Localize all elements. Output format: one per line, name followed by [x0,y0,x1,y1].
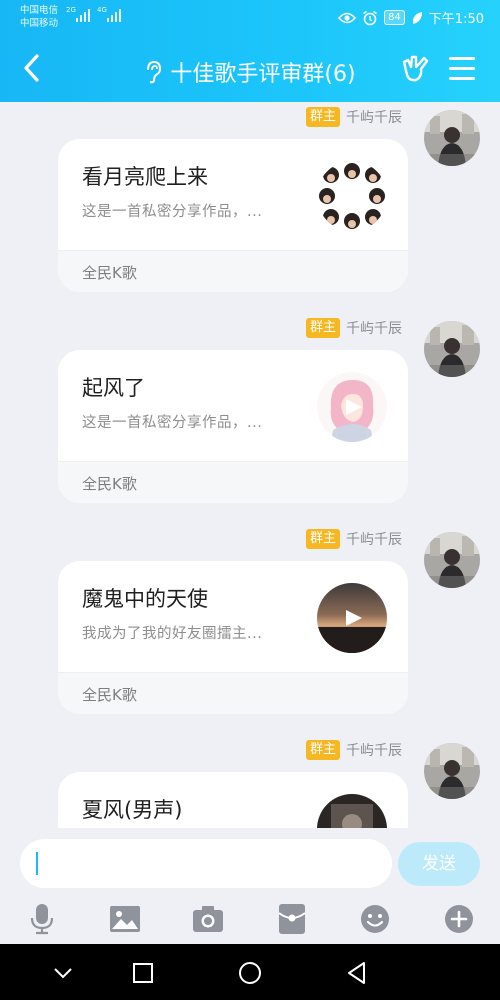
song-card[interactable]: 看月亮爬上来 这是一首私密分享作品，... 全民K歌 [58,139,408,292]
source-label: 全民K歌 [82,686,137,704]
song-card[interactable]: 起风了 这是一首私密分享作品，... 全民K歌 [58,350,408,503]
menu-icon[interactable] [449,57,475,80]
collapse-icon[interactable] [50,960,76,986]
avatar[interactable] [424,321,480,377]
hand-gesture-icon[interactable] [400,53,430,83]
camera-icon[interactable] [191,902,225,936]
message-input[interactable] [20,839,392,888]
song-description: 这是一首私密分享作品，... [82,415,263,431]
song-title: 看月亮爬上来 [82,165,208,189]
song-description: 我成为了我的好友圈擂主... [82,626,263,642]
sender-meta: 群主 千屿千辰 [305,318,402,338]
microphone-icon[interactable] [25,902,59,936]
signal-icon [76,9,90,22]
send-button[interactable]: 发送 [398,842,480,886]
sender-meta: 群主 千屿千辰 [305,740,402,760]
message-item: 群主 千屿千辰 魔鬼中的天使 我成为了我的好友圈擂主... 全民K歌 [0,524,500,724]
song-description: 这是一首私密分享作品，... [82,204,263,220]
sender-name[interactable]: 千屿千辰 [346,318,402,338]
signal-icon [107,9,121,22]
leaf-icon [412,11,422,24]
song-cover [317,794,387,828]
message-item: 群主 千屿千辰 起风了 这是一首私密分享作品，... 全民K歌 [0,313,500,513]
home-icon[interactable] [237,960,263,986]
owner-badge: 群主 [305,529,340,549]
carrier-1: 中国电信 [20,5,59,16]
group-title: 十佳歌手评审群(6) [170,62,356,87]
network-type-1: 2G [66,6,76,14]
avatar[interactable] [424,743,480,799]
song-title: 魔鬼中的天使 [82,587,208,611]
sender-name[interactable]: 千屿千辰 [346,529,402,549]
message-item: 群主 千屿千辰 夏风(男声) [0,735,500,828]
clock: 下午1:50 [428,12,484,27]
song-title: 夏风(男声) [82,798,183,822]
battery-level: 84 [384,10,405,25]
red-packet-icon[interactable] [275,902,309,936]
emoji-icon[interactable] [358,902,392,936]
text-caret [36,852,38,875]
song-card[interactable]: 魔鬼中的天使 我成为了我的好友圈擂主... 全民K歌 [58,561,408,714]
sender-name[interactable]: 千屿千辰 [346,107,402,127]
card-footer: 全民K歌 [58,672,408,714]
song-cover [317,372,387,442]
status-right: 84 下午1:50 [338,8,484,27]
image-icon[interactable] [108,902,142,936]
sender-meta: 群主 千屿千辰 [305,529,402,549]
back-icon[interactable] [344,960,370,986]
toolbar [0,898,500,938]
source-label: 全民K歌 [82,264,137,282]
owner-badge: 群主 [305,107,340,127]
song-card[interactable]: 夏风(男声) [58,772,408,828]
carrier-labels: 中国电信 中国移动 [20,4,58,30]
owner-badge: 群主 [305,318,340,338]
plus-icon[interactable] [442,902,476,936]
song-title: 起风了 [82,376,145,400]
card-footer: 全民K歌 [58,250,408,292]
message-item: 群主 千屿千辰 看月亮爬上来 这是一首私密分享作品，... 全民K歌 [0,102,500,302]
top-bar: 中国电信 中国移动 2G 4G 84 下午1:50 十佳歌手评审群(6) [0,0,500,102]
card-footer: 全民K歌 [58,461,408,503]
eye-icon [338,12,357,23]
song-cover [317,161,387,231]
alarm-icon [363,10,378,25]
avatar[interactable] [424,110,480,166]
input-bar: 发送 [0,828,500,944]
ear-icon[interactable] [144,60,162,84]
status-bar: 中国电信 中国移动 2G 4G 84 下午1:50 [0,0,500,36]
song-cover [317,583,387,653]
avatar[interactable] [424,532,480,588]
sender-meta: 群主 千屿千辰 [305,107,402,127]
owner-badge: 群主 [305,740,340,760]
sender-name[interactable]: 千屿千辰 [346,740,402,760]
source-label: 全民K歌 [82,475,137,493]
system-navigation-bar [0,944,500,1000]
chat-list[interactable]: 群主 千屿千辰 看月亮爬上来 这是一首私密分享作品，... 全民K歌 群主 千屿… [0,102,500,828]
network-type-2: 4G [97,6,107,14]
carrier-2: 中国移动 [20,18,59,29]
recent-apps-icon[interactable] [130,960,156,986]
